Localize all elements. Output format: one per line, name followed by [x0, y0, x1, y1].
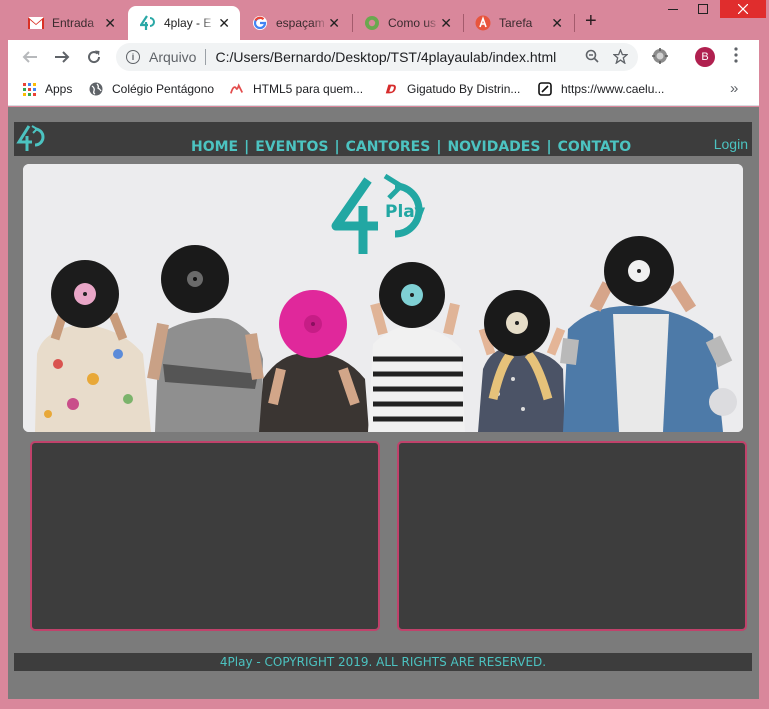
site-footer: 4Play - COPYRIGHT 2019. ALL RIGHTS ARE R…: [14, 653, 752, 671]
nav-home[interactable]: HOME: [191, 139, 238, 155]
gmail-icon: [28, 15, 44, 31]
green-circle-icon: [364, 15, 380, 31]
nav-novidades[interactable]: NOVIDADES: [447, 139, 540, 155]
close-icon[interactable]: ✕: [551, 15, 563, 31]
bookmark-star-icon[interactable]: [612, 48, 629, 67]
page-viewport: HOME | EVENTOS | CANTORES | NOVIDADES | …: [8, 107, 759, 699]
globe-icon: [89, 82, 103, 96]
tab-title: 4play - E: [164, 16, 212, 30]
html5-icon: [230, 82, 244, 96]
bookmark-gigatudo[interactable]: Gigatudo By Distrin...: [384, 82, 520, 96]
close-icon[interactable]: ✕: [218, 15, 230, 31]
content-box-left: [30, 441, 380, 631]
tab-title: Tarefa: [499, 16, 533, 30]
url-text[interactable]: C:/Users/Bernardo/Desktop/TST/4playaulab…: [215, 49, 556, 65]
copyright-text: 4Play - COPYRIGHT 2019. ALL RIGHTS ARE R…: [219, 655, 547, 669]
banner-logo-text: Play: [385, 202, 425, 222]
bookmark-label: https://www.caelu...: [561, 82, 665, 96]
menu-dots-icon[interactable]: [734, 47, 738, 68]
bookmark-colegio-pentagono[interactable]: Colégio Pentágono: [89, 82, 214, 96]
caelum-icon: [538, 82, 552, 96]
omnibox-divider: [205, 49, 207, 65]
site-header: HOME | EVENTOS | CANTORES | NOVIDADES | …: [14, 122, 752, 156]
tab-espacam[interactable]: espaçam ✕: [240, 6, 350, 40]
maximize-icon[interactable]: [688, 0, 718, 18]
avatar[interactable]: B: [695, 47, 715, 67]
site-logo[interactable]: [16, 123, 50, 153]
4play-favicon: [140, 15, 156, 31]
nav-separator: |: [436, 139, 442, 155]
back-arrow-icon[interactable]: [20, 47, 40, 67]
tab-gmail[interactable]: Entrada ✕: [16, 6, 126, 40]
bookmark-label: Colégio Pentágono: [112, 82, 215, 96]
tab-title: Como us: [388, 16, 437, 30]
close-icon[interactable]: ✕: [328, 15, 340, 31]
tab-divider: [574, 14, 575, 32]
extension-icon[interactable]: [651, 47, 669, 70]
bookmark-caelum[interactable]: https://www.caelu...: [538, 82, 664, 96]
gigatudo-icon: [384, 82, 398, 96]
tab-title: Entrada: [52, 16, 95, 30]
zoom-icon[interactable]: [585, 49, 599, 67]
tab-strip: Entrada ✕ 4play - E ✕ espaçam ✕ Como us …: [0, 0, 769, 40]
window-close-button[interactable]: [720, 0, 766, 18]
apps-grid-icon: [22, 82, 36, 96]
tab-4play[interactable]: 4play - E ✕: [128, 6, 240, 40]
nav-cantores[interactable]: CANTORES: [346, 139, 431, 155]
bookmark-apps[interactable]: Apps: [22, 82, 72, 96]
tab-como-us[interactable]: Como us ✕: [352, 6, 462, 40]
address-bar[interactable]: i Arquivo C:/Users/Bernardo/Desktop/TST/…: [116, 43, 638, 71]
minimize-icon[interactable]: [658, 0, 688, 18]
tarefa-icon: [475, 15, 491, 31]
login-link[interactable]: Login: [714, 136, 748, 152]
bookmark-label: Apps: [45, 82, 73, 96]
reload-icon[interactable]: [84, 47, 104, 67]
google-icon: [252, 15, 268, 31]
hero-banner: Play: [23, 164, 743, 432]
browser-toolbar: i Arquivo C:/Users/Bernardo/Desktop/TST/…: [8, 40, 759, 74]
new-tab-button[interactable]: +: [585, 10, 597, 33]
nav-separator: |: [334, 139, 340, 155]
main-nav: HOME | EVENTOS | CANTORES | NOVIDADES | …: [191, 139, 631, 155]
nav-separator: |: [244, 139, 250, 155]
close-icon[interactable]: ✕: [440, 15, 452, 31]
close-icon[interactable]: ✕: [104, 15, 116, 31]
url-scheme-label: Arquivo: [149, 49, 197, 65]
bookmark-label: Gigatudo By Distrin...: [407, 82, 521, 96]
nav-contato[interactable]: CONTATO: [558, 139, 632, 155]
bookmark-html5[interactable]: HTML5 para quem...: [230, 82, 363, 96]
bookmarks-bar: Apps Colégio Pentágono HTML5 para quem..…: [8, 74, 759, 106]
banner-image: Play: [23, 164, 743, 432]
info-icon[interactable]: i: [126, 50, 140, 64]
content-box-right: [397, 441, 747, 631]
bookmark-label: HTML5 para quem...: [253, 82, 364, 96]
nav-separator: |: [546, 139, 552, 155]
forward-arrow-icon[interactable]: [52, 47, 72, 67]
bookmarks-overflow-button[interactable]: »: [730, 80, 738, 97]
nav-eventos[interactable]: EVENTOS: [255, 139, 328, 155]
tab-tarefa[interactable]: Tarefa ✕: [463, 6, 573, 40]
tab-title: espaçam: [276, 16, 325, 30]
